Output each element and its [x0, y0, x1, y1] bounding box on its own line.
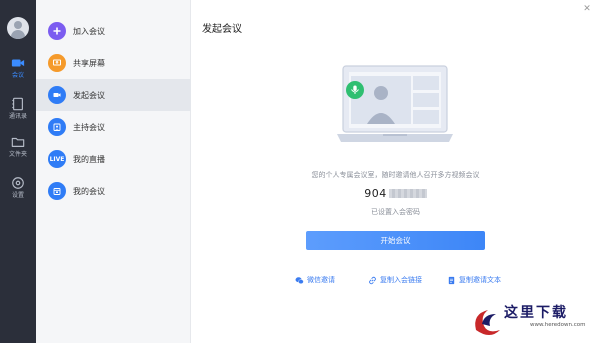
calendar-icon: [48, 182, 66, 200]
site-watermark: 这里下载 www.heredown.com: [470, 300, 600, 343]
menu-item-share-screen[interactable]: 共享屏幕: [36, 47, 191, 79]
rail-label-settings: 设置: [11, 192, 24, 199]
address-book-icon: [12, 97, 23, 111]
document-icon: [448, 276, 455, 284]
wechat-invite-link[interactable]: 微信邀请: [295, 275, 335, 285]
folder-icon: [11, 137, 25, 147]
watermark-logo-icon: [475, 310, 500, 335]
host-icon: [48, 118, 66, 136]
copy-invite-text[interactable]: 复制邀请文本: [447, 275, 501, 285]
nav-rail: 会议 通讯录 文件夹 设置: [0, 0, 36, 343]
menu-item-my-meetings[interactable]: 我的会议: [36, 175, 191, 207]
menu-item-start-meeting[interactable]: 发起会议: [36, 79, 191, 111]
watermark-url: www.heredown.com: [530, 322, 586, 328]
meeting-room-description: 您的个人专属会议室，随时邀请他人召开多方视频会议: [311, 171, 480, 179]
wechat-icon: [295, 276, 304, 284]
avatar[interactable]: [7, 17, 29, 39]
main-panel: 发起会议 ✕ 您的个人专属会议室，随时邀请他人召开多方视频会议 904 已设置入…: [191, 0, 600, 343]
meeting-menu: 加入会议 共享屏幕 发起会议 主持会议 LIVE 我的直播 我的会议: [36, 0, 191, 343]
wechat-invite-label: 微信邀请: [307, 276, 335, 284]
meeting-id-redacted: [388, 189, 427, 198]
rail-item-settings[interactable]: 设置: [0, 172, 36, 206]
menu-label-share: 共享屏幕: [73, 58, 105, 68]
microphone-icon: [346, 81, 364, 99]
rail-item-meeting[interactable]: 会议: [0, 52, 36, 86]
invite-links: 微信邀请 复制入会链接 复制邀请文本: [191, 275, 600, 287]
page-title: 发起会议: [202, 24, 242, 35]
menu-item-join-meeting[interactable]: 加入会议: [36, 15, 191, 47]
personal-meeting-id[interactable]: 904: [191, 187, 600, 200]
rail-item-files[interactable]: 文件夹: [0, 131, 36, 165]
copy-invite-text-label: 复制邀请文本: [459, 276, 501, 284]
video-icon: [48, 86, 66, 104]
laptop-illustration: [337, 65, 453, 142]
live-icon: LIVE: [48, 150, 66, 168]
rail-label-meeting: 会议: [11, 72, 24, 79]
menu-item-my-live[interactable]: LIVE 我的直播: [36, 143, 191, 175]
password-status: 已设置入会密码: [371, 208, 420, 216]
menu-label-start: 发起会议: [73, 90, 105, 100]
menu-item-host-meeting[interactable]: 主持会议: [36, 111, 191, 143]
copy-join-link[interactable]: 复制入会链接: [368, 275, 422, 285]
link-icon: [369, 276, 376, 284]
rail-label-contacts: 通讯录: [8, 113, 27, 120]
menu-label-host: 主持会议: [73, 122, 105, 132]
start-meeting-button[interactable]: 开始会议: [306, 231, 485, 250]
gear-icon: [12, 177, 24, 189]
menu-label-join: 加入会议: [73, 26, 105, 36]
meeting-id-prefix: 904: [364, 187, 387, 200]
share-screen-icon: [48, 54, 66, 72]
copy-join-link-label: 复制入会链接: [380, 276, 422, 284]
menu-label-live: 我的直播: [73, 154, 105, 164]
rail-label-files: 文件夹: [8, 151, 27, 158]
video-camera-icon: [11, 59, 25, 67]
rail-item-contacts[interactable]: 通讯录: [0, 93, 36, 127]
watermark-text: 这里下载: [504, 305, 568, 321]
plus-icon: [48, 22, 66, 40]
menu-label-meetings: 我的会议: [73, 186, 105, 196]
close-icon[interactable]: ✕: [582, 4, 592, 14]
